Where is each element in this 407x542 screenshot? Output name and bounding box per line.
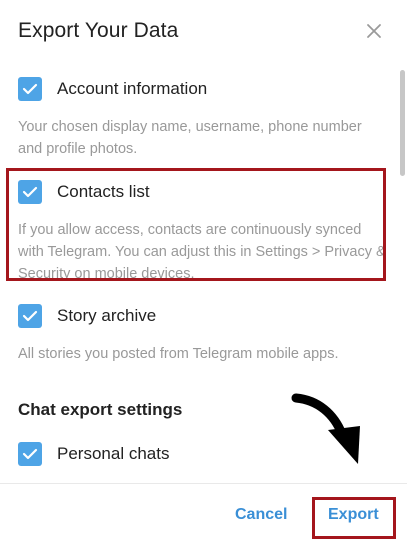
- option-description: All stories you posted from Telegram mob…: [18, 346, 339, 362]
- scrollbar[interactable]: [400, 70, 405, 176]
- option-label: Account information: [57, 79, 208, 98]
- section-title-chat-export: Chat export settings: [18, 400, 183, 419]
- option-label: Personal chats: [57, 444, 170, 463]
- pointer-arrow-icon: [290, 390, 370, 475]
- checkbox-checked-icon[interactable]: [18, 77, 42, 101]
- highlight-box: [6, 168, 386, 281]
- option-description: Your chosen display name, username, phon…: [18, 119, 362, 157]
- cancel-button[interactable]: Cancel: [235, 506, 287, 524]
- export-highlight-box: [312, 497, 396, 539]
- checkbox-checked-icon[interactable]: [18, 442, 42, 466]
- option-label: Story archive: [57, 306, 157, 325]
- close-icon[interactable]: [362, 19, 386, 43]
- checkbox-checked-icon[interactable]: [18, 304, 42, 328]
- footer-divider: [0, 483, 407, 484]
- export-data-dialog: Export Your Data Account information You…: [0, 0, 407, 542]
- dialog-title: Export Your Data: [18, 19, 179, 42]
